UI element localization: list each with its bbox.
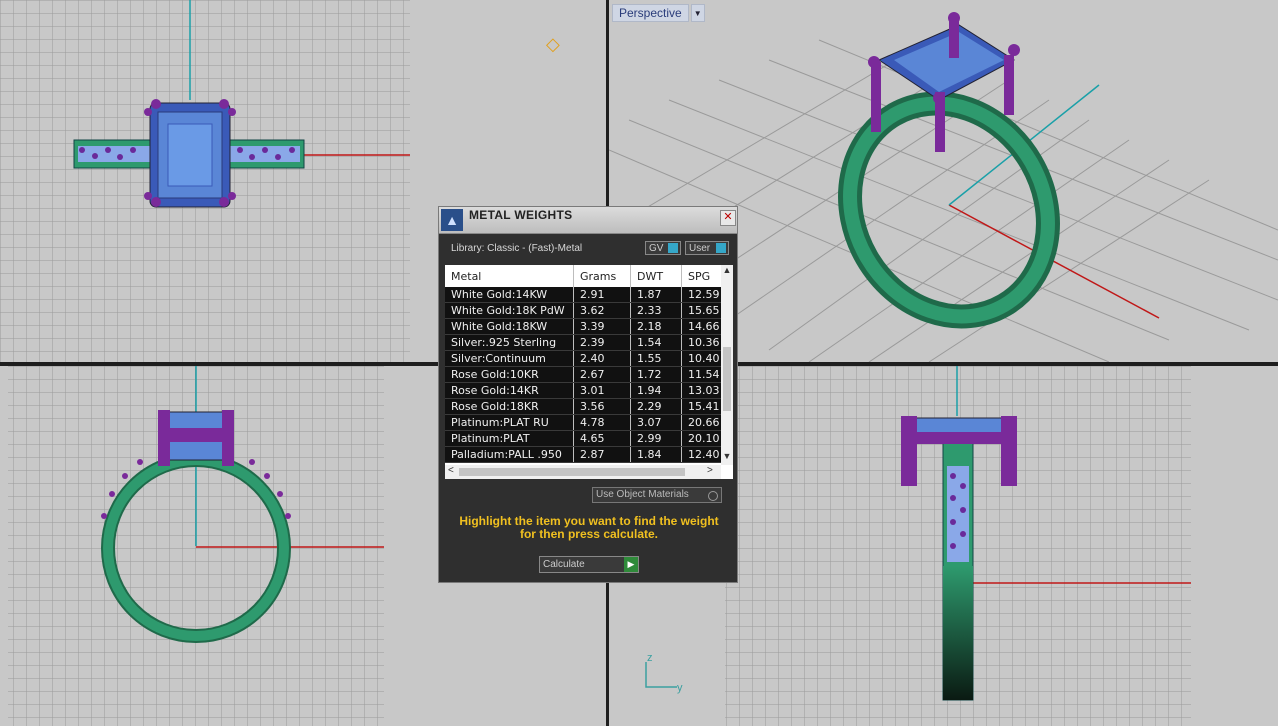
table-row[interactable]: Palladium:PALL .950 2.87 1.84 12.40 — [445, 446, 729, 463]
scrollbar-thumb[interactable] — [459, 468, 685, 476]
table-row[interactable]: Rose Gold:18KR 3.56 2.29 15.41 — [445, 398, 729, 415]
cell-grams: 2.87 — [573, 446, 631, 463]
table-row[interactable]: White Gold:14KW 2.91 1.87 12.59 — [445, 287, 729, 303]
cell-grams: 3.01 — [573, 382, 631, 399]
cell-metal: Rose Gold:14KR — [445, 382, 574, 399]
cell-dwt: 1.84 — [630, 446, 682, 463]
calculate-button[interactable]: Calculate ▶ — [539, 556, 639, 573]
column-header-grams[interactable]: Grams — [573, 265, 631, 287]
dialog-titlebar[interactable]: ▲ METAL WEIGHTS ✕ — [439, 207, 737, 234]
perspective-label[interactable]: Perspective — [612, 4, 689, 22]
radio-icon[interactable] — [708, 491, 718, 501]
cell-grams: 4.78 — [573, 414, 631, 431]
library-label: Library: Classic - (Fast)-Metal — [451, 243, 583, 254]
cell-grams: 3.62 — [573, 302, 631, 319]
cell-grams: 2.39 — [573, 334, 631, 351]
scroll-left-icon[interactable]: < — [448, 465, 454, 476]
instruction-text: Highlight the item you want to find the … — [449, 515, 729, 541]
cell-metal: White Gold:18KW — [445, 318, 574, 335]
cell-dwt: 2.99 — [630, 430, 682, 447]
column-header-dwt[interactable]: DWT — [630, 265, 682, 287]
cell-dwt: 3.07 — [630, 414, 682, 431]
cell-metal: Rose Gold:10KR — [445, 366, 574, 383]
table-row[interactable]: Silver:.925 Sterling 2.39 1.54 10.36 — [445, 334, 729, 351]
instruction-line-2: for then press calculate. — [519, 527, 659, 541]
use-object-materials-label: Use Object Materials — [596, 489, 689, 500]
gv-toggle[interactable]: GV — [645, 241, 681, 255]
cell-grams: 2.67 — [573, 366, 631, 383]
table-row[interactable]: Silver:Continuum 2.40 1.55 10.40 — [445, 350, 729, 367]
cell-grams: 3.56 — [573, 398, 631, 415]
scrollbar-thumb[interactable] — [723, 347, 731, 411]
cell-grams: 2.91 — [573, 287, 631, 303]
cell-grams: 2.40 — [573, 350, 631, 367]
cell-dwt: 1.87 — [630, 287, 682, 303]
table-row[interactable]: Platinum:PLAT 4.65 2.99 20.10 — [445, 430, 729, 447]
cell-dwt: 2.33 — [630, 302, 682, 319]
viewport-label[interactable]: Perspective ▼ — [612, 4, 705, 22]
cell-metal: White Gold:14KW — [445, 287, 574, 303]
scroll-up-icon[interactable]: ▲ — [721, 265, 733, 275]
table-row[interactable]: White Gold:18K PdW 3.62 2.33 15.65 — [445, 302, 729, 319]
scroll-right-icon[interactable]: > — [707, 465, 713, 476]
scroll-down-icon[interactable]: ▼ — [721, 451, 733, 461]
cell-dwt: 2.29 — [630, 398, 682, 415]
table-row[interactable]: Rose Gold:14KR 3.01 1.94 13.03 — [445, 382, 729, 399]
column-header-metal[interactable]: Metal — [445, 265, 574, 287]
cell-metal: Silver:.925 Sterling — [445, 334, 574, 351]
gv-toggle-label: GV — [649, 242, 664, 254]
play-icon[interactable]: ▶ — [624, 557, 638, 572]
axis-indicator-icon — [645, 662, 677, 688]
cell-grams: 4.65 — [573, 430, 631, 447]
toggle-knob-icon — [716, 243, 726, 253]
table-row[interactable]: Rose Gold:10KR 2.67 1.72 11.54 — [445, 366, 729, 383]
cell-dwt: 1.55 — [630, 350, 682, 367]
cell-metal: White Gold:18K PdW — [445, 302, 574, 319]
cell-dwt: 1.72 — [630, 366, 682, 383]
cell-dwt: 2.18 — [630, 318, 682, 335]
diamond-icon: ◇ — [546, 34, 560, 54]
metal-weights-dialog: ▲ METAL WEIGHTS ✕ Library: Classic - (Fa… — [438, 206, 738, 583]
app-logo-icon: ▲ — [441, 209, 463, 231]
horizontal-scrollbar[interactable]: < > — [445, 465, 721, 479]
toggle-knob-icon — [668, 243, 678, 253]
table-row[interactable]: White Gold:18KW 3.39 2.18 14.66 — [445, 318, 729, 335]
vertical-scrollbar[interactable]: ▲ ▼ — [721, 265, 733, 465]
chevron-down-icon[interactable]: ▼ — [690, 4, 705, 22]
table-row[interactable]: Platinum:PLAT RU 4.78 3.07 20.66 — [445, 414, 729, 431]
user-toggle[interactable]: User — [685, 241, 729, 255]
dialog-title: METAL WEIGHTS — [469, 208, 573, 222]
cell-metal: Rose Gold:18KR — [445, 398, 574, 415]
calculate-label: Calculate — [543, 559, 585, 570]
cell-metal: Platinum:PLAT — [445, 430, 574, 447]
close-button[interactable]: ✕ — [720, 210, 736, 226]
cell-metal: Platinum:PLAT RU — [445, 414, 574, 431]
user-toggle-label: User — [689, 242, 711, 254]
table-header: Metal Grams DWT SPG — [445, 265, 729, 287]
cell-dwt: 1.54 — [630, 334, 682, 351]
cell-dwt: 1.94 — [630, 382, 682, 399]
cell-metal: Silver:Continuum — [445, 350, 574, 367]
use-object-materials-toggle[interactable]: Use Object Materials — [592, 487, 722, 503]
cell-grams: 3.39 — [573, 318, 631, 335]
cell-metal: Palladium:PALL .950 — [445, 446, 574, 463]
metal-table[interactable]: Metal Grams DWT SPG White Gold:14KW 2.91 1… — [445, 265, 733, 479]
